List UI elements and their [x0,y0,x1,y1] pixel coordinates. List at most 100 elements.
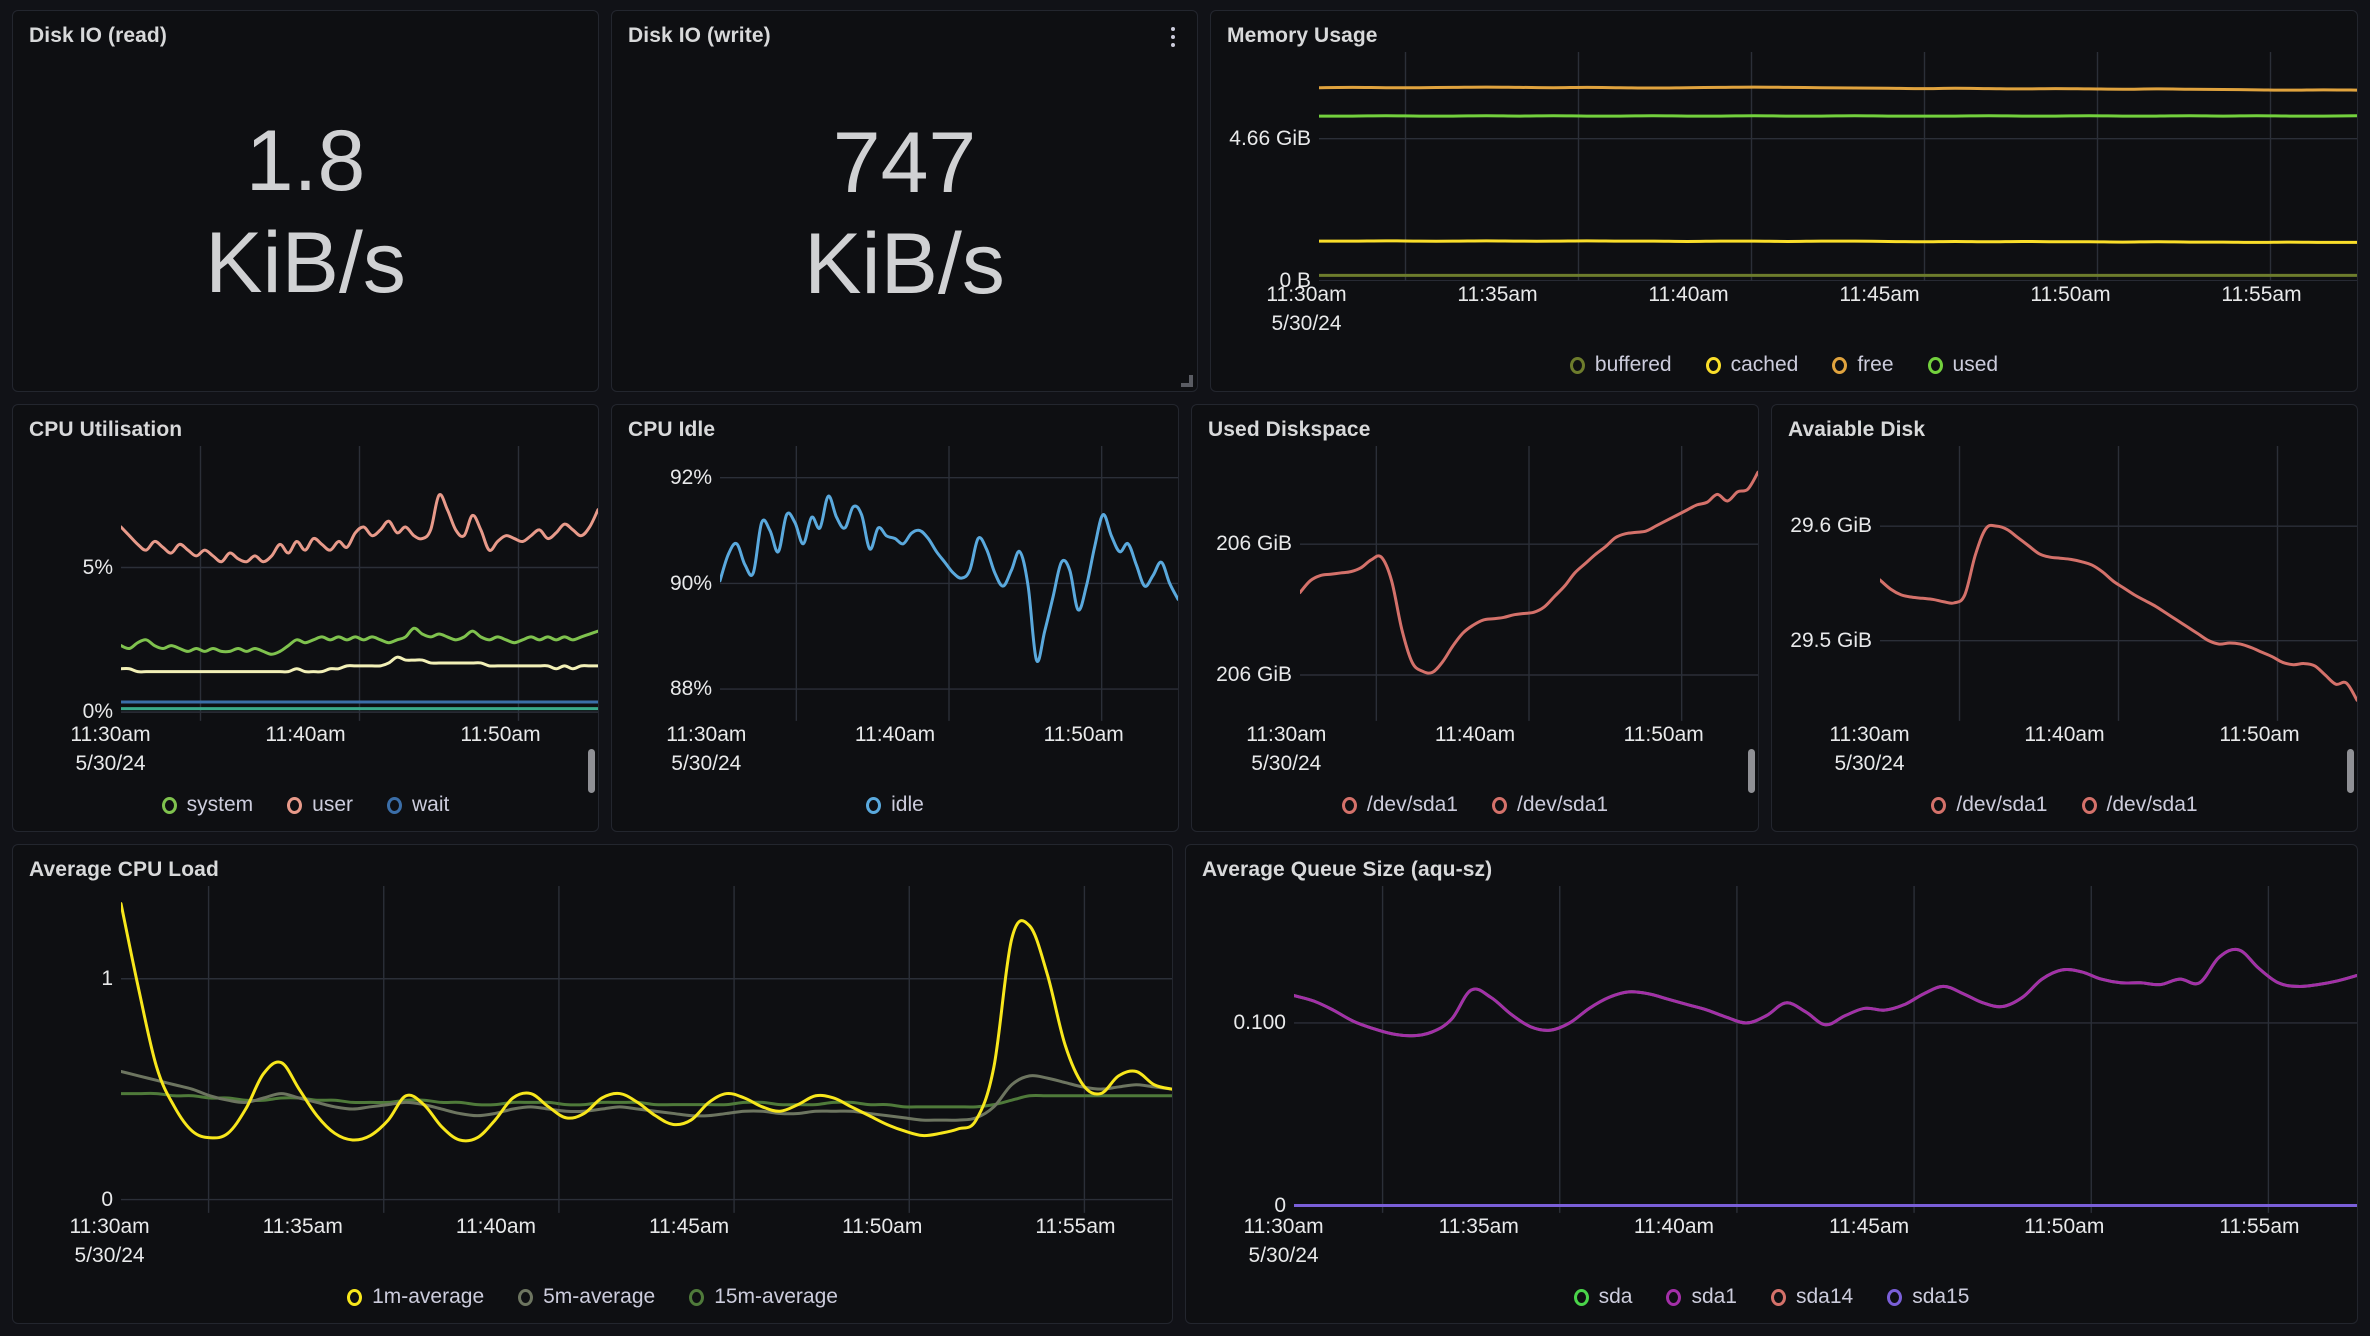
panel-available-disk[interactable]: Avaiable Disk 29.6 GiB 29.5 GiB 11:30am 5/… [1771,404,2358,832]
legend-item[interactable]: sda15 [1887,1285,1969,1309]
panel-average-queue-size[interactable]: Average Queue Size (aqu-sz) 0.100 0 11:30… [1185,844,2358,1324]
panel-header: Avaiable Disk [1772,405,2357,446]
plot-wrapper: 10 [13,886,1172,1213]
x-axis-date: 5/30/24 [671,752,742,775]
series-line [121,1094,1172,1108]
legend-label: used [1952,353,1999,376]
x-axis-tick: 11:35am [262,1215,343,1238]
x-axis: 11:30am 5/30/24 11:35am 11:40am 11:45am 11:50… [13,1213,1172,1279]
plot-area[interactable] [1880,446,2357,721]
legend-item[interactable]: /dev/sda1 [1492,793,1608,817]
y-axis: 206 GiB 206 GiB [1192,446,1300,721]
x-axis-tick: 11:50am [842,1215,923,1238]
dashboard-row-2: CPU Utilisation 5% 0% 11:30am 5/30/24 11:40… [12,404,2358,832]
panel-scrollbar[interactable] [1748,749,1755,793]
legend-item[interactable]: /dev/sda1 [2081,793,2198,817]
plot-area[interactable] [1319,52,2357,281]
legend-item[interactable]: idle [866,793,924,817]
y-axis-tick: 206 GiB [1216,532,1292,556]
legend-item[interactable]: /dev/sda1 [1341,793,1458,817]
chart-legend: system user wait [13,787,598,831]
legend-color-icon [347,1288,363,1306]
legend-item[interactable]: 15m-average [689,1285,838,1309]
y-axis: 5% 0% [13,446,121,724]
x-axis-tick: 11:50am [1043,723,1124,746]
y-axis-tick: 29.5 GiB [1790,628,1872,652]
panel-disk-io-read[interactable]: Disk IO (read) 1.8 KiB/s [12,10,599,392]
legend-color-icon [689,1288,705,1306]
panel-used-diskspace[interactable]: Used Diskspace 206 GiB 206 GiB 11:30am 5/3… [1191,404,1759,832]
chart-svg [1319,52,2357,281]
legend-color-icon [1832,356,1848,374]
y-axis-tick: 4.66 GiB [1229,126,1311,150]
series-line [1319,241,2357,243]
legend-label: 5m-average [543,1285,656,1308]
y-axis-tick: 1 [101,966,113,990]
plot-area[interactable] [1300,446,1758,721]
x-axis-date: 5/30/24 [1271,312,1342,335]
page-title: Average Queue Size (aqu-sz) [1202,858,1493,881]
x-axis-tick: 11:55am [1035,1215,1116,1238]
panel-scrollbar[interactable] [588,749,595,793]
plot-wrapper: 0.100 0 [1186,886,2357,1217]
y-axis: 0.100 0 [1186,886,1294,1217]
x-axis-date: 5/30/24 [75,752,146,775]
stat-body: 747 KiB/s [612,55,1197,391]
panel-cpu-idle[interactable]: CPU Idle 92% 90% 88% 11:30am 5/30/24 11:40am… [611,404,1179,832]
plot-area[interactable] [121,446,598,721]
page-title: CPU Utilisation [29,418,183,441]
x-axis: 11:30am 5/30/24 11:40am 11:50am [13,721,598,787]
legend-item[interactable]: buffered [1569,353,1672,377]
x-axis: 11:30am 5/30/24 11:40am 11:50am [1772,721,2357,787]
x-axis-tick: 11:30am [1266,283,1347,306]
plot-area[interactable] [121,886,1172,1213]
panel-memory-usage[interactable]: Memory Usage 4.66 GiB 0 B 11:30am 5/30/24 1… [1210,10,2358,392]
legend-item[interactable]: user [287,793,353,817]
legend-label: /dev/sda1 [1517,793,1609,816]
legend-item[interactable]: /dev/sda1 [1931,793,2048,817]
kebab-menu-icon[interactable] [1165,23,1181,51]
legend-item[interactable]: cached [1705,353,1799,377]
plot-wrapper: 206 GiB 206 GiB [1192,446,1758,721]
plot-wrapper: 29.6 GiB 29.5 GiB [1772,446,2357,721]
series-line [121,1072,1172,1121]
stat-unit: KiB/s [205,214,406,311]
x-axis-tick: 11:35am [1457,283,1538,306]
y-axis-tick: 88% [669,677,712,701]
legend-color-icon [387,796,402,814]
legend-label: 1m-average [372,1285,485,1308]
chart-svg [1300,446,1758,721]
x-axis-date: 5/30/24 [1251,752,1322,775]
panel-disk-io-write[interactable]: Disk IO (write) 747 KiB/s [611,10,1198,392]
legend-label: user [312,793,353,816]
legend-label: 15m-average [714,1285,838,1308]
x-axis-tick: 11:40am [854,723,936,746]
legend-item[interactable]: 5m-average [518,1285,655,1309]
plot-wrapper: 5% 0% [13,446,598,724]
x-axis-tick: 11:30am [1243,1215,1324,1238]
panel-scrollbar[interactable] [2347,749,2354,793]
legend-item[interactable]: sda [1573,1285,1633,1309]
legend-item[interactable]: free [1832,353,1894,377]
legend-item[interactable]: sda14 [1770,1285,1853,1309]
panel-cpu-utilisation[interactable]: CPU Utilisation 5% 0% 11:30am 5/30/24 11:40… [12,404,599,832]
y-axis-tick: 90% [669,571,712,595]
x-axis-tick: 11:50am [2219,723,2300,746]
legend-item[interactable]: wait [387,793,449,817]
legend-item[interactable]: sda1 [1666,1285,1737,1309]
legend-item[interactable]: 1m-average [347,1285,484,1309]
chart-legend: /dev/sda1/dev/sda1 [1192,787,1758,831]
legend-label: sda15 [1912,1285,1970,1308]
x-axis-tick: 11:45am [1839,283,1920,306]
resize-handle-icon[interactable] [1179,373,1193,387]
legend-item[interactable]: used [1927,353,1999,377]
legend-label: cached [1730,353,1799,376]
plot-area[interactable] [720,446,1178,721]
legend-item[interactable]: system [161,793,253,817]
legend-label: free [1857,353,1894,376]
plot-area[interactable] [1294,886,2357,1213]
x-axis-date: 5/30/24 [1834,752,1905,775]
legend-label: sda [1598,1285,1633,1308]
panel-average-cpu-load[interactable]: Average CPU Load 10 11:30am 5/30/24 11:35a… [12,844,1173,1324]
stat-value: 747 [832,114,977,211]
